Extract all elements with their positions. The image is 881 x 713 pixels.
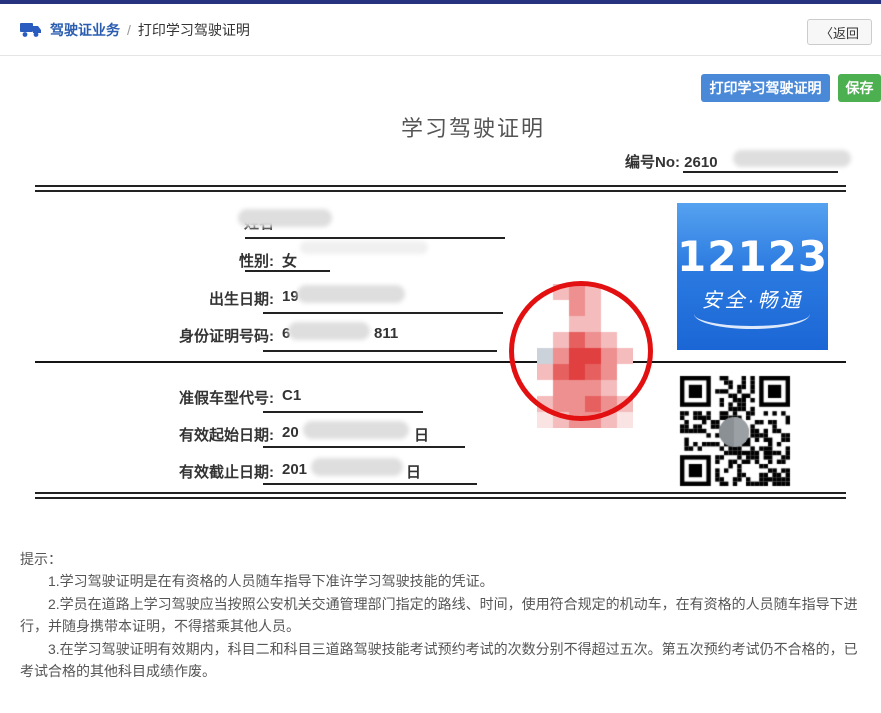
print-certificate-button[interactable]: 打印学习驾驶证明 <box>701 74 830 102</box>
field-label: 姓名 <box>0 212 274 233</box>
field-underline <box>263 312 503 314</box>
field-value: 19 <box>282 288 299 305</box>
field-redaction <box>238 209 332 227</box>
breadcrumb: 驾驶证业务 / 打印学习驾驶证明 <box>20 19 250 41</box>
tips-section: 提示： 1.学习驾驶证明是在有资格的人员随车指导下准许学习驾驶技能的凭证。 2.… <box>20 548 863 682</box>
page: 驾驶证业务 / 打印学习驾驶证明 〈返回 打印学习驾驶证明 保存 学习驾驶证明 … <box>0 0 881 713</box>
field-redaction <box>297 285 405 303</box>
breadcrumb-current-page: 打印学习驾驶证明 <box>138 20 250 40</box>
field-redaction <box>288 322 370 340</box>
field-value: C1 <box>282 387 301 404</box>
tips-item: 3.在学习驾驶证明有效期内，科目二和科目三道路驾驶技能考试预约考试的次数分别不得… <box>20 638 863 683</box>
official-seal-ring <box>509 281 653 421</box>
certificate-bottom-border <box>35 492 846 499</box>
breadcrumb-separator: / <box>127 22 131 38</box>
field-underline <box>263 483 477 485</box>
field-redaction-ghost <box>300 241 428 254</box>
field-redaction <box>311 458 403 476</box>
serial-value: 2610 <box>684 154 717 171</box>
breadcrumb-section-link[interactable]: 驾驶证业务 <box>50 20 120 40</box>
field-label: 出生日期: <box>0 288 274 309</box>
field-label: 性别: <box>0 250 274 271</box>
certificate-title: 学习驾驶证明 <box>33 111 881 143</box>
truck-icon <box>20 22 42 38</box>
field-value-suffix: 日 <box>414 424 429 445</box>
tips-heading: 提示： <box>20 548 863 570</box>
field-underline <box>245 270 330 272</box>
logo-number: 12123 <box>677 232 828 281</box>
field-label: 准假车型代号: <box>0 387 274 408</box>
back-button[interactable]: 〈返回 <box>807 19 872 45</box>
certificate-middle-divider <box>35 361 846 363</box>
field-value-suffix: 811 <box>374 325 398 342</box>
field-underline <box>263 411 423 413</box>
header-bar: 驾驶证业务 / 打印学习驾驶证明 〈返回 <box>0 4 881 56</box>
save-button[interactable]: 保存 <box>838 74 881 102</box>
serial-redaction <box>733 150 851 167</box>
serial-label: 编号No: <box>625 154 680 171</box>
field-underline <box>263 350 497 352</box>
serial-number: 编号No: 2610 <box>625 151 718 172</box>
certificate-top-border <box>35 185 846 192</box>
field-underline <box>263 446 465 448</box>
field-value-suffix: 日 <box>406 461 421 482</box>
app-12123-logo: 12123 安全·畅通 <box>677 203 828 350</box>
field-redaction <box>303 421 409 439</box>
field-label: 有效截止日期: <box>0 461 274 482</box>
qr-code <box>676 372 795 491</box>
tips-item: 1.学习驾驶证明是在有资格的人员随车指导下准许学习驾驶技能的凭证。 <box>20 570 863 592</box>
field-value: 女 <box>282 250 297 271</box>
serial-underline <box>683 171 838 173</box>
logo-slogan: 安全·畅通 <box>677 284 828 313</box>
field-label: 有效起始日期: <box>0 424 274 445</box>
field-underline <box>245 237 505 239</box>
field-value-prefix: 201 <box>282 461 307 478</box>
field-label: 身份证明号码: <box>0 325 274 346</box>
tips-item: 2.学员在道路上学习驾驶应当按照公安机关交通管理部门指定的路线、时间，使用符合规… <box>20 593 863 638</box>
field-value-prefix: 20 <box>282 424 299 441</box>
